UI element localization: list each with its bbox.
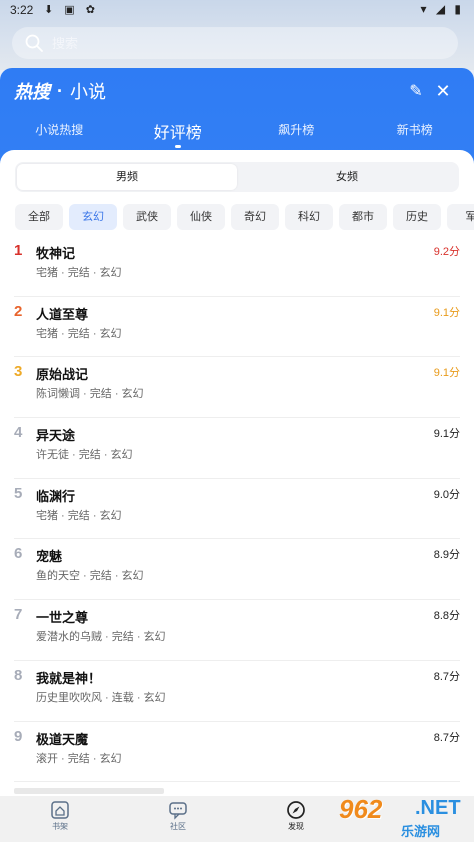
nav-label: 社区	[170, 822, 186, 831]
chip-kehuan[interactable]: 科幻	[285, 204, 333, 230]
rank-number: 2	[14, 302, 23, 320]
book-score: 9.0分	[433, 488, 460, 501]
rank-number: 1	[14, 242, 23, 259]
chip-xianxia[interactable]: 仙侠	[177, 204, 225, 230]
book-score: 8.9分	[433, 549, 460, 562]
tab-top-rated[interactable]: 好评榜	[119, 116, 238, 150]
book-title: 我就是神！	[36, 670, 102, 686]
chip-wuxia[interactable]: 武侠	[123, 204, 171, 230]
book-title: 异天途	[36, 428, 76, 444]
book-score: 9.1分	[433, 428, 460, 441]
book-title: 极道天魔	[36, 731, 89, 747]
search-icon	[25, 34, 43, 52]
chat-icon	[169, 802, 187, 820]
ranking-tabs: 小说热搜 好评榜 飙升榜 新书榜	[0, 116, 474, 150]
rank-number: 6	[14, 545, 23, 563]
book-meta: 爱潜水的乌贼 · 完结 · 玄幻	[36, 631, 166, 644]
watermark-number: 962	[339, 794, 383, 824]
rank-number: 5	[14, 484, 23, 502]
list-item[interactable]: 4 异天途 许无徒 · 完结 · 玄幻 9.1分	[14, 418, 460, 479]
list-item[interactable]: 6 宠魅 鱼的天空 · 完结 · 玄幻 8.9分	[14, 539, 460, 601]
site-watermark: 962 .NET 乐游网	[339, 794, 471, 840]
hot-search-logo: 热搜	[14, 82, 50, 102]
book-meta: 历史里吹吹风 · 连载 · 玄幻	[36, 691, 166, 704]
seg-female[interactable]: 女频	[237, 164, 457, 190]
book-score: 8.7分	[433, 731, 460, 744]
rank-number: 4	[14, 424, 23, 442]
book-list: 1 牧神记 宅猪 · 完结 · 玄幻 9.2分 2 人道至尊 宅猪 · 完结 ·…	[0, 236, 474, 783]
rank-number: 8	[14, 666, 23, 684]
rank-number: 3	[14, 363, 23, 381]
book-title: 临渊行	[36, 488, 76, 504]
list-item[interactable]: 3 原始战记 陈词懒调 · 完结 · 玄幻 9.1分	[14, 357, 460, 419]
book-meta: 滚开 · 完结 · 玄幻	[36, 752, 122, 765]
system-status-icons: ▾ ◢ ▮	[420, 2, 464, 16]
tab-new-books[interactable]: 新书榜	[356, 116, 474, 150]
chip-dushi[interactable]: 都市	[339, 204, 387, 230]
notification-icons: ⬇ ▣ ✿	[44, 4, 99, 16]
status-bar: 3:22 ⬇ ▣ ✿ ▾ ◢ ▮	[0, 0, 474, 20]
book-score: 8.8分	[433, 610, 460, 623]
seg-male[interactable]: 男频	[17, 164, 237, 190]
book-meta: 鱼的天空 · 完结 · 玄幻	[36, 570, 144, 583]
book-meta: 陈词懒调 · 完结 · 玄幻	[36, 388, 144, 401]
list-item[interactable]: 1 牧神记 宅猪 · 完结 · 玄幻 9.2分	[14, 236, 460, 297]
book-title: 宠魅	[36, 549, 63, 565]
panel-title: 热搜 · 小说	[14, 78, 106, 104]
book-meta: 宅猪 · 完结 · 玄幻	[36, 267, 122, 279]
chip-junshi[interactable]: 军	[447, 204, 474, 230]
search-bar[interactable]	[12, 27, 458, 59]
nav-community[interactable]: 社区	[158, 800, 198, 832]
tab-novel-hot[interactable]: 小说热搜	[0, 116, 119, 150]
chip-xuanhuan[interactable]: 玄幻	[69, 204, 117, 230]
book-score: 9.1分	[433, 367, 460, 380]
book-score: 9.1分	[433, 306, 460, 319]
category-chips: 全部 玄幻 武侠 仙侠 奇幻 科幻 都市 历史军	[15, 204, 474, 230]
partial-row-placeholder	[14, 788, 164, 794]
book-meta: 宅猪 · 完结 · 玄幻	[36, 509, 122, 522]
rank-number: 9	[14, 727, 23, 745]
status-time: 3:22	[10, 3, 34, 17]
panel-category-title: 小说	[70, 82, 106, 102]
book-title: 牧神记	[36, 246, 76, 261]
tab-rising[interactable]: 飙升榜	[237, 116, 356, 150]
compass-icon	[287, 801, 305, 819]
rank-number: 7	[14, 606, 23, 624]
chip-qihuan[interactable]: 奇幻	[231, 204, 279, 230]
nav-bookshelf[interactable]: 书架	[40, 800, 80, 832]
search-input[interactable]	[52, 35, 432, 51]
list-item[interactable]: 2 人道至尊 宅猪 · 完结 · 玄幻 9.1分	[14, 297, 460, 358]
book-meta: 许无徒 · 完结 · 玄幻	[36, 449, 133, 462]
title-separator: ·	[57, 80, 63, 101]
book-title: 原始战记	[36, 367, 89, 383]
edit-icon[interactable]: ✎	[403, 78, 429, 104]
gender-switch: 男频 女频	[15, 162, 459, 192]
close-icon[interactable]: ✕	[430, 78, 456, 104]
list-item[interactable]: 9 极道天魔 滚开 · 完结 · 玄幻 8.7分	[14, 722, 460, 783]
list-item[interactable]: 7 一世之尊 爱潜水的乌贼 · 完结 · 玄幻 8.8分	[14, 600, 460, 661]
chip-all[interactable]: 全部	[15, 204, 63, 230]
nav-label: 书架	[52, 822, 68, 831]
book-title: 一世之尊	[36, 610, 89, 626]
list-item[interactable]: 5 临渊行 宅猪 · 完结 · 玄幻 9.0分	[14, 479, 460, 540]
nav-discover[interactable]: 发现	[276, 800, 316, 832]
nav-label: 发现	[288, 822, 304, 831]
book-score: 8.7分	[433, 670, 460, 683]
book-meta: 宅猪 · 完结 · 玄幻	[36, 327, 122, 340]
watermark-net: .NET	[415, 797, 461, 819]
home-icon	[51, 801, 69, 819]
chip-lishi[interactable]: 历史	[393, 204, 441, 230]
book-title: 人道至尊	[36, 306, 89, 322]
ranking-card: 男频 女频 全部 玄幻 武侠 仙侠 奇幻 科幻 都市 历史军 1 牧神记 宅猪 · 完结 · …	[0, 150, 474, 842]
list-item[interactable]: 8 我就是神！ 历史里吹吹风 · 连载 · 玄幻 8.7分	[14, 661, 460, 722]
book-score: 9.2分	[433, 246, 460, 258]
watermark-site-name: 乐游网	[401, 824, 441, 839]
